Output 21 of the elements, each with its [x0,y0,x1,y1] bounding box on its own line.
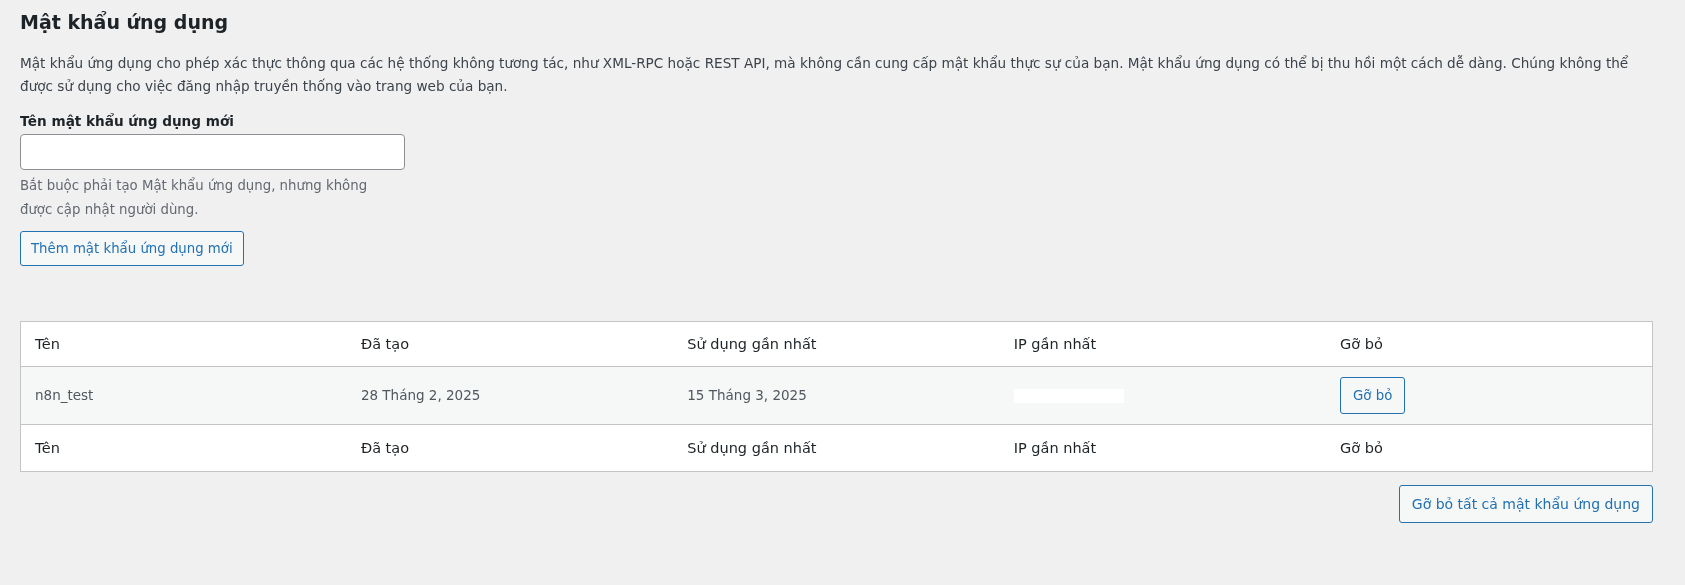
column-header: Đã tạo [346,321,674,367]
field-label: Tên mật khẩu ứng dụng mới [20,113,235,130]
column-footer: Đã tạo [346,424,674,472]
table-cell: 28 Tháng 2, 2025 [346,366,674,425]
table-cell: 15 Tháng 3, 2025 [673,366,1000,425]
column-footer: Sử dụng gần nhất [673,424,1000,472]
column-header: Tên [20,321,347,367]
remove-button[interactable]: Gỡ bỏ [1340,376,1406,414]
column-header: Gỡ bỏ [1326,321,1653,367]
column-footer: IP gần nhất [999,424,1327,472]
hint-text: Bắt buộc phải tạo Mật khẩu ứng dụng, nhưng không được cập nhật người dùng. [20,176,369,219]
remove-all-button[interactable]: Gỡ bỏ tất cả mật khẩu ứng dụng [1398,484,1653,523]
column-footer: Tên [20,424,347,472]
table-cell: n8n_test [20,366,347,425]
section-title: Mật khẩu ứng dụng [20,10,230,35]
column-header: IP gần nhất [999,321,1327,367]
column-header: Sử dụng gần nhất [673,321,1000,367]
add-password-button[interactable]: Thêm mật khẩu ứng dụng mới [20,230,244,266]
column-footer: Gỡ bỏ [1326,424,1653,472]
name-input-field[interactable] [20,134,405,171]
description-text: Mật khẩu ứng dụng cho phép xác thực thông qua các hệ thống không tương tác, như XML-RPC hoặc REST API, mà không cần cung cấp mật khẩu thực sự của bạn. Mật khẩu ứng dụng có thể bị thu hồi một cách dễ dàng. Chúng không thể được sử dụng cho việc đăng nhập truyền thống vào trang web của bạn. [20,53,1630,97]
